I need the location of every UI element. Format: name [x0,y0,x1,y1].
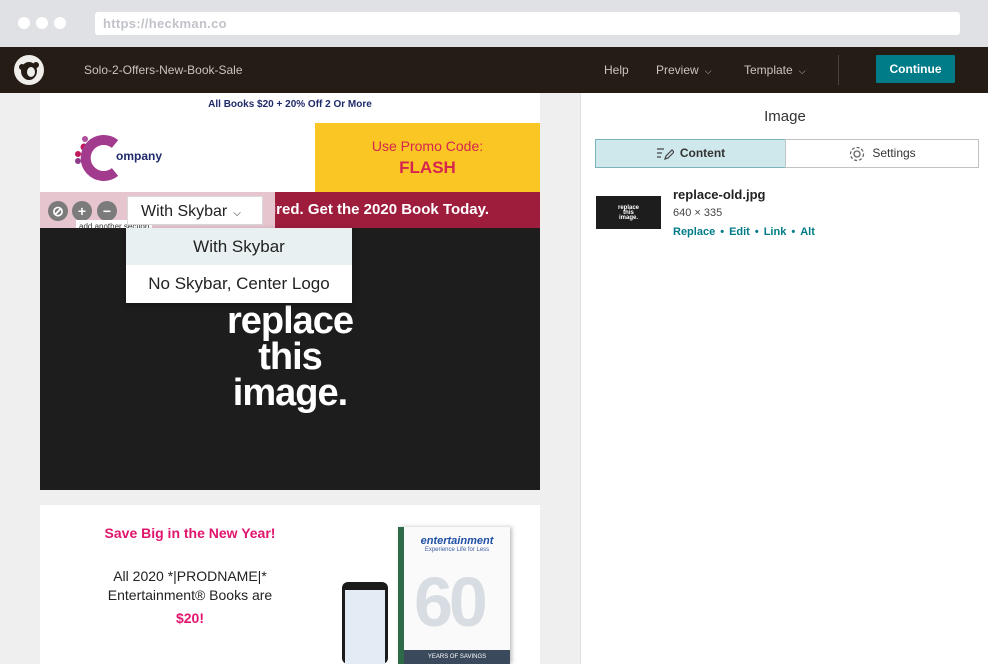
book-title: entertainment [420,535,494,547]
phone-image [342,582,388,664]
offer-line-1: All 2020 *|PRODNAME|* [113,568,267,584]
nav-template[interactable]: Template ⌵ [744,63,806,77]
book-subtitle: Experience Life for Less [424,547,490,553]
tab-settings[interactable]: Settings [785,139,979,168]
hero-line: replace [226,300,354,342]
image-actions: Replace • Edit • Link • Alt [673,226,815,238]
maximize-window-icon[interactable] [54,17,66,29]
mailchimp-logo-icon[interactable] [14,55,44,85]
hero-line: image. [232,372,348,414]
phone-screen [345,590,385,664]
nav-template-label: Template [744,63,793,77]
nav-help[interactable]: Help [604,63,629,77]
chevron-down-icon: ⌵ [233,208,241,219]
promo-block[interactable]: Use Promo Code: FLASH [315,123,540,192]
bullet-separator: • [754,226,759,238]
offer-section[interactable]: Save Big in the New Year! All 2020 *|PRO… [40,505,540,664]
book-band: YEARS OF SAVINGS [404,650,510,664]
gear-icon [850,146,865,161]
nav-preview-label: Preview [656,63,699,77]
nav-help-label: Help [604,63,629,77]
offer-title: Save Big in the New Year! [104,525,276,541]
layout-select[interactable]: With Skybar ⌵ [127,196,263,225]
bullet-separator: • [720,226,725,238]
tab-content-label: Content [679,146,726,160]
nav-preview[interactable]: Preview ⌵ [656,63,712,77]
promo-label: Use Promo Code: [371,138,484,154]
minimize-window-icon[interactable] [36,17,48,29]
tab-settings-label: Settings [872,146,916,160]
layout-option-no-skybar[interactable]: No Skybar, Center Logo [126,265,352,302]
layout-dropdown-menu: With Skybar No Skybar, Center Logo [126,228,352,303]
preheader-text[interactable]: All Books $20 + 20% Off 2 Or More [40,93,540,123]
address-bar[interactable]: https://heckman.co [95,12,960,35]
close-window-icon[interactable] [18,17,30,29]
image-dimensions: 640 × 335 [673,207,723,219]
image-settings-panel: Image Content Settings replace this imag… [580,93,988,664]
email-preview: All Books $20 + 20% Off 2 Or More ompany… [40,93,540,664]
layout-select-value: With Skybar [141,203,228,220]
offer-price: $20! [175,610,205,626]
book-image: entertainment Experience Life for Less 6… [398,527,510,664]
section-gap [40,490,540,505]
chevron-down-icon: ⌵ [704,66,712,76]
topbar-divider [838,55,839,85]
tab-content[interactable]: Content [595,139,786,168]
replace-link[interactable]: Replace [673,226,715,238]
hero-placeholder-text: replace this image. [210,300,370,414]
chevron-down-icon: ⌵ [798,66,806,76]
image-thumbnail[interactable]: replace this image. [596,196,661,229]
browser-chrome: https://heckman.co [0,0,988,47]
app-topbar: Solo-2-Offers-New-Book-Sale Help Preview… [0,47,988,93]
editor-canvas: All Books $20 + 20% Off 2 Or More ompany… [0,93,580,664]
image-filename: replace-old.jpg [673,187,766,202]
hide-section-icon[interactable]: ⊘ [48,201,68,221]
bullet-separator: • [791,226,796,238]
company-wordmark: ompany [116,149,163,163]
logo-block[interactable]: ompany [40,123,315,192]
alt-link[interactable]: Alt [800,226,815,238]
thumb-line: image. [618,215,638,221]
offer-line-2: Entertainment® Books are [107,587,273,603]
remove-section-icon[interactable]: − [97,201,117,221]
hero-line: this [258,336,323,378]
link-link[interactable]: Link [764,226,787,238]
edit-link[interactable]: Edit [729,226,750,238]
add-section-icon[interactable]: + [72,201,92,221]
panel-title: Image [764,108,806,125]
campaign-name[interactable]: Solo-2-Offers-New-Book-Sale [84,63,243,77]
continue-button[interactable]: Continue [876,55,955,83]
book-sixty-graphic: 60 [414,563,488,641]
layout-option-with-skybar[interactable]: With Skybar [126,228,352,265]
promo-code: FLASH [399,158,456,177]
pencil-lines-icon [656,148,675,160]
